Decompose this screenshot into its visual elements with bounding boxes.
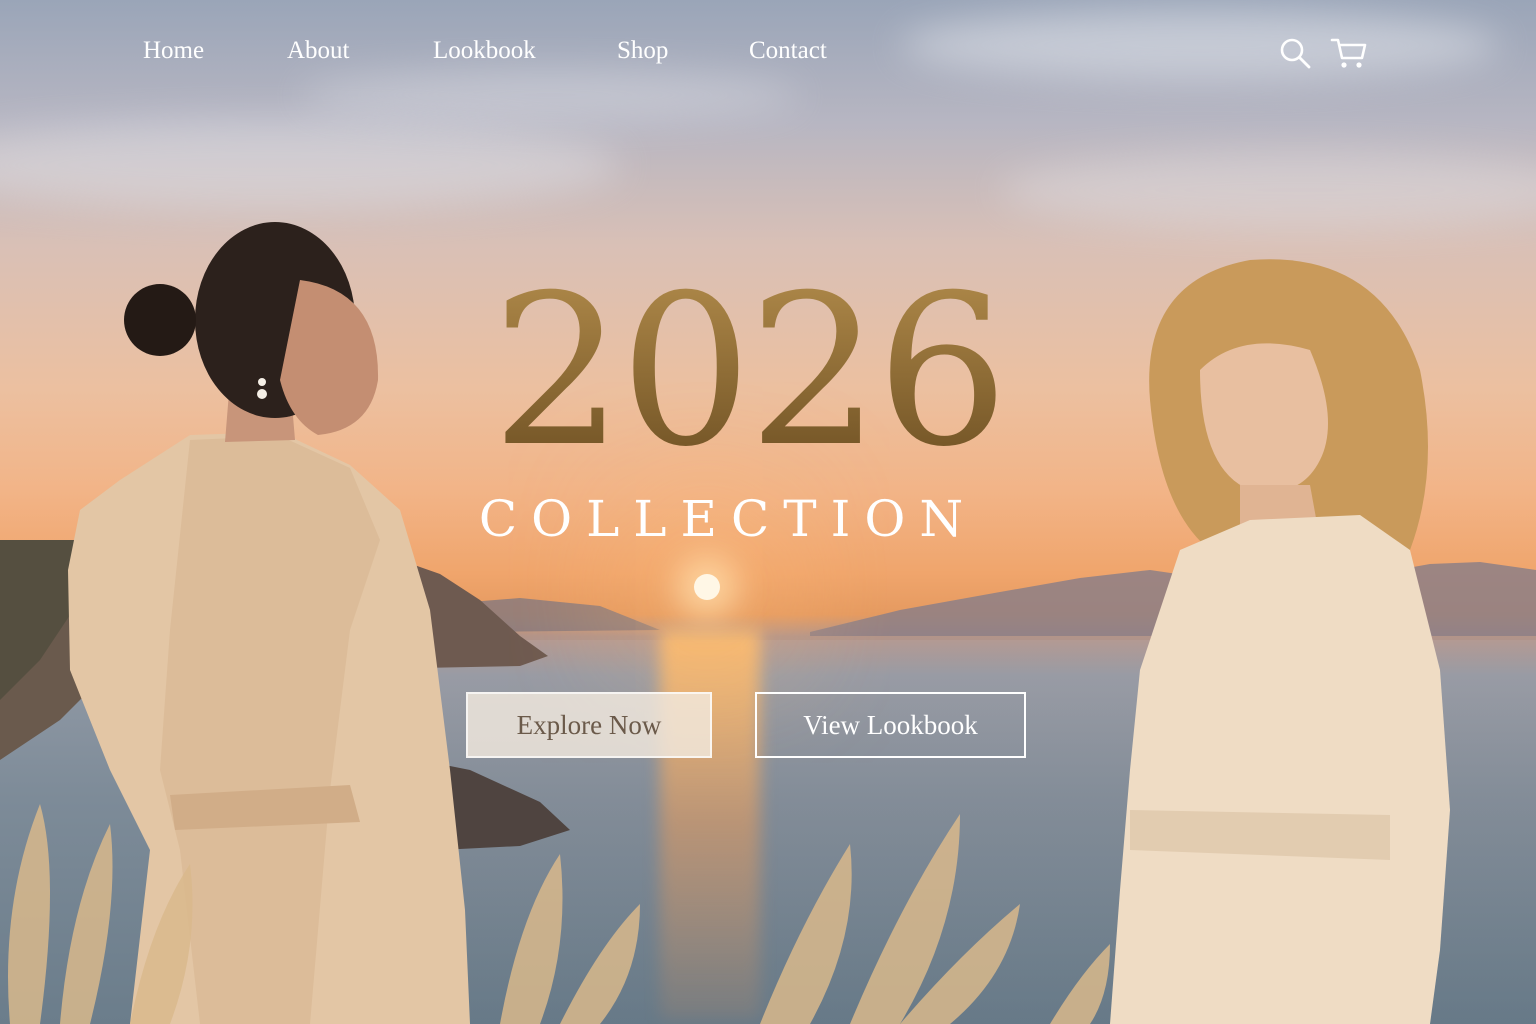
nav-shop[interactable]: Shop [617,32,668,70]
nav-lookbook[interactable]: Lookbook [433,32,536,70]
search-icon[interactable] [1278,36,1312,70]
nav-about[interactable]: About [287,32,350,70]
cart-icon[interactable] [1330,36,1368,70]
sun [694,574,720,600]
hero-subtitle: COLLECTION [478,490,978,548]
hero-section: 2026 COLLECTION Home About Lookbook Shop… [0,0,1536,1024]
cloud [1000,150,1536,230]
cloud [0,120,620,210]
nav-contact[interactable]: Contact [749,32,827,70]
nav-home[interactable]: Home [143,32,204,70]
explore-now-button[interactable]: Explore Now [466,692,712,758]
view-lookbook-button[interactable]: View Lookbook [755,692,1026,758]
cloud [300,70,800,120]
hero-title: 2026 [0,268,1516,476]
